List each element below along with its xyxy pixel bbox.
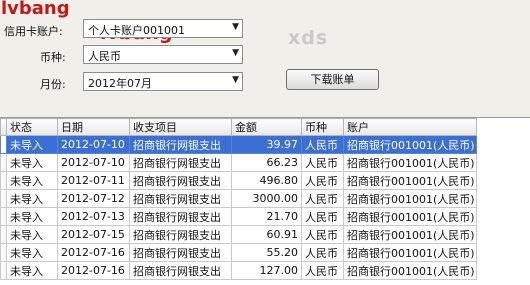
cell-date: 2012-07-16 xyxy=(57,261,130,280)
account-value: 个人卡账户001001 xyxy=(88,24,185,37)
table-row[interactable]: 未导入 2012-07-16 招商银行网银支出 55.20 人民币 招商银行00… xyxy=(0,243,477,262)
cell-currency: 人民币 xyxy=(301,207,344,226)
cell-amount: 3000.00 xyxy=(231,189,302,208)
cell-currency: 人民币 xyxy=(301,135,344,154)
table-row[interactable]: 未导入 2012-07-15 招商银行网银支出 60.91 人民币 招商银行00… xyxy=(0,225,477,244)
cell-date: 2012-07-13 xyxy=(57,207,130,226)
watermark-right: xds xyxy=(288,27,329,49)
cell-date: 2012-07-15 xyxy=(57,225,130,244)
cell-amount: 55.20 xyxy=(231,243,302,262)
cell-currency: 人民币 xyxy=(301,225,344,244)
cell-amount: 66.23 xyxy=(231,153,302,172)
cell-item: 招商银行网银支出 xyxy=(129,153,232,172)
cell-status: 未导入 xyxy=(6,225,58,244)
account-select[interactable]: 个人卡账户001001 ▼ xyxy=(83,19,243,38)
month-value: 2012年07月 xyxy=(88,77,152,90)
cell-amount: 496.80 xyxy=(231,171,302,190)
cell-account: 招商银行001001(人民币) xyxy=(343,153,477,172)
cell-account: 招商银行001001(人民币) xyxy=(343,261,477,280)
cell-account: 招商银行001001(人民币) xyxy=(343,225,477,244)
cell-status: 未导入 xyxy=(6,189,58,208)
watermark-top-left: lvbang xyxy=(1,0,70,19)
header-amount[interactable]: 金额 xyxy=(231,118,302,136)
cell-date: 2012-07-11 xyxy=(57,171,130,190)
table-row[interactable]: 未导入 2012-07-10 招商银行网银支出 39.97 人民币 招商银行00… xyxy=(0,135,477,154)
cell-amount: 127.00 xyxy=(231,261,302,280)
table-row[interactable]: 未导入 2012-07-11 招商银行网银支出 496.80 人民币 招商银行0… xyxy=(0,171,477,190)
cell-account: 招商银行001001(人民币) xyxy=(343,207,477,226)
transactions-table: 状态 日期 收支项目 金额 币种 账户 未导入 2012-07-10 招商银行网… xyxy=(0,118,477,280)
cell-account: 招商银行001001(人民币) xyxy=(343,135,477,154)
cell-item: 招商银行网银支出 xyxy=(129,189,232,208)
table-row[interactable]: 未导入 2012-07-12 招商银行网银支出 3000.00 人民币 招商银行… xyxy=(0,189,477,208)
cell-date: 2012-07-10 xyxy=(57,135,130,154)
currency-label: 币种: xyxy=(40,51,66,64)
cell-currency: 人民币 xyxy=(301,261,344,280)
cell-currency: 人民币 xyxy=(301,153,344,172)
cell-item: 招商银行网银支出 xyxy=(129,171,232,190)
cell-item: 招商银行网银支出 xyxy=(129,225,232,244)
cell-account: 招商银行001001(人民币) xyxy=(343,171,477,190)
header-date[interactable]: 日期 xyxy=(57,118,130,136)
cell-currency: 人民币 xyxy=(301,189,344,208)
cell-status: 未导入 xyxy=(6,153,58,172)
cell-status: 未导入 xyxy=(6,207,58,226)
cell-status: 未导入 xyxy=(6,135,58,154)
download-statement-button[interactable]: 下载账单 xyxy=(286,69,379,90)
chevron-down-icon: ▼ xyxy=(232,48,239,58)
cell-currency: 人民币 xyxy=(301,243,344,262)
table-row[interactable]: 未导入 2012-07-16 招商银行网银支出 127.00 人民币 招商银行0… xyxy=(0,261,477,280)
cell-item: 招商银行网银支出 xyxy=(129,243,232,262)
header-status[interactable]: 状态 xyxy=(6,118,58,136)
cell-account: 招商银行001001(人民币) xyxy=(343,243,477,262)
table-row[interactable]: 未导入 2012-07-10 招商银行网银支出 66.23 人民币 招商银行00… xyxy=(0,153,477,172)
currency-value: 人民币 xyxy=(88,50,121,63)
chevron-down-icon: ▼ xyxy=(232,22,239,32)
cell-item: 招商银行网银支出 xyxy=(129,207,232,226)
cell-amount: 39.97 xyxy=(231,135,302,154)
cell-status: 未导入 xyxy=(6,243,58,262)
cell-status: 未导入 xyxy=(6,261,58,280)
cell-date: 2012-07-10 xyxy=(57,153,130,172)
cell-item: 招商银行网银支出 xyxy=(129,135,232,154)
table-row[interactable]: 未导入 2012-07-13 招商银行网银支出 21.70 人民币 招商银行00… xyxy=(0,207,477,226)
cell-amount: 60.91 xyxy=(231,225,302,244)
transactions-grid[interactable]: 状态 日期 收支项目 金额 币种 账户 未导入 2012-07-10 招商银行网… xyxy=(0,117,530,285)
header-currency[interactable]: 币种 xyxy=(301,118,344,136)
cell-account: 招商银行001001(人民币) xyxy=(343,189,477,208)
account-label: 信用卡账户: xyxy=(4,25,63,38)
month-select[interactable]: 2012年07月 ▼ xyxy=(83,72,243,91)
chevron-down-icon: ▼ xyxy=(232,75,239,85)
cell-currency: 人民币 xyxy=(301,171,344,190)
header-account[interactable]: 账户 xyxy=(343,118,477,136)
table-header-row: 状态 日期 收支项目 金额 币种 账户 xyxy=(0,118,477,136)
cell-date: 2012-07-16 xyxy=(57,243,130,262)
month-label: 月份: xyxy=(40,78,66,91)
header-item[interactable]: 收支项目 xyxy=(129,118,232,136)
cell-status: 未导入 xyxy=(6,171,58,190)
currency-select[interactable]: 人民币 ▼ xyxy=(83,45,243,64)
cell-amount: 21.70 xyxy=(231,207,302,226)
cell-item: 招商银行网银支出 xyxy=(129,261,232,280)
cell-date: 2012-07-12 xyxy=(57,189,130,208)
